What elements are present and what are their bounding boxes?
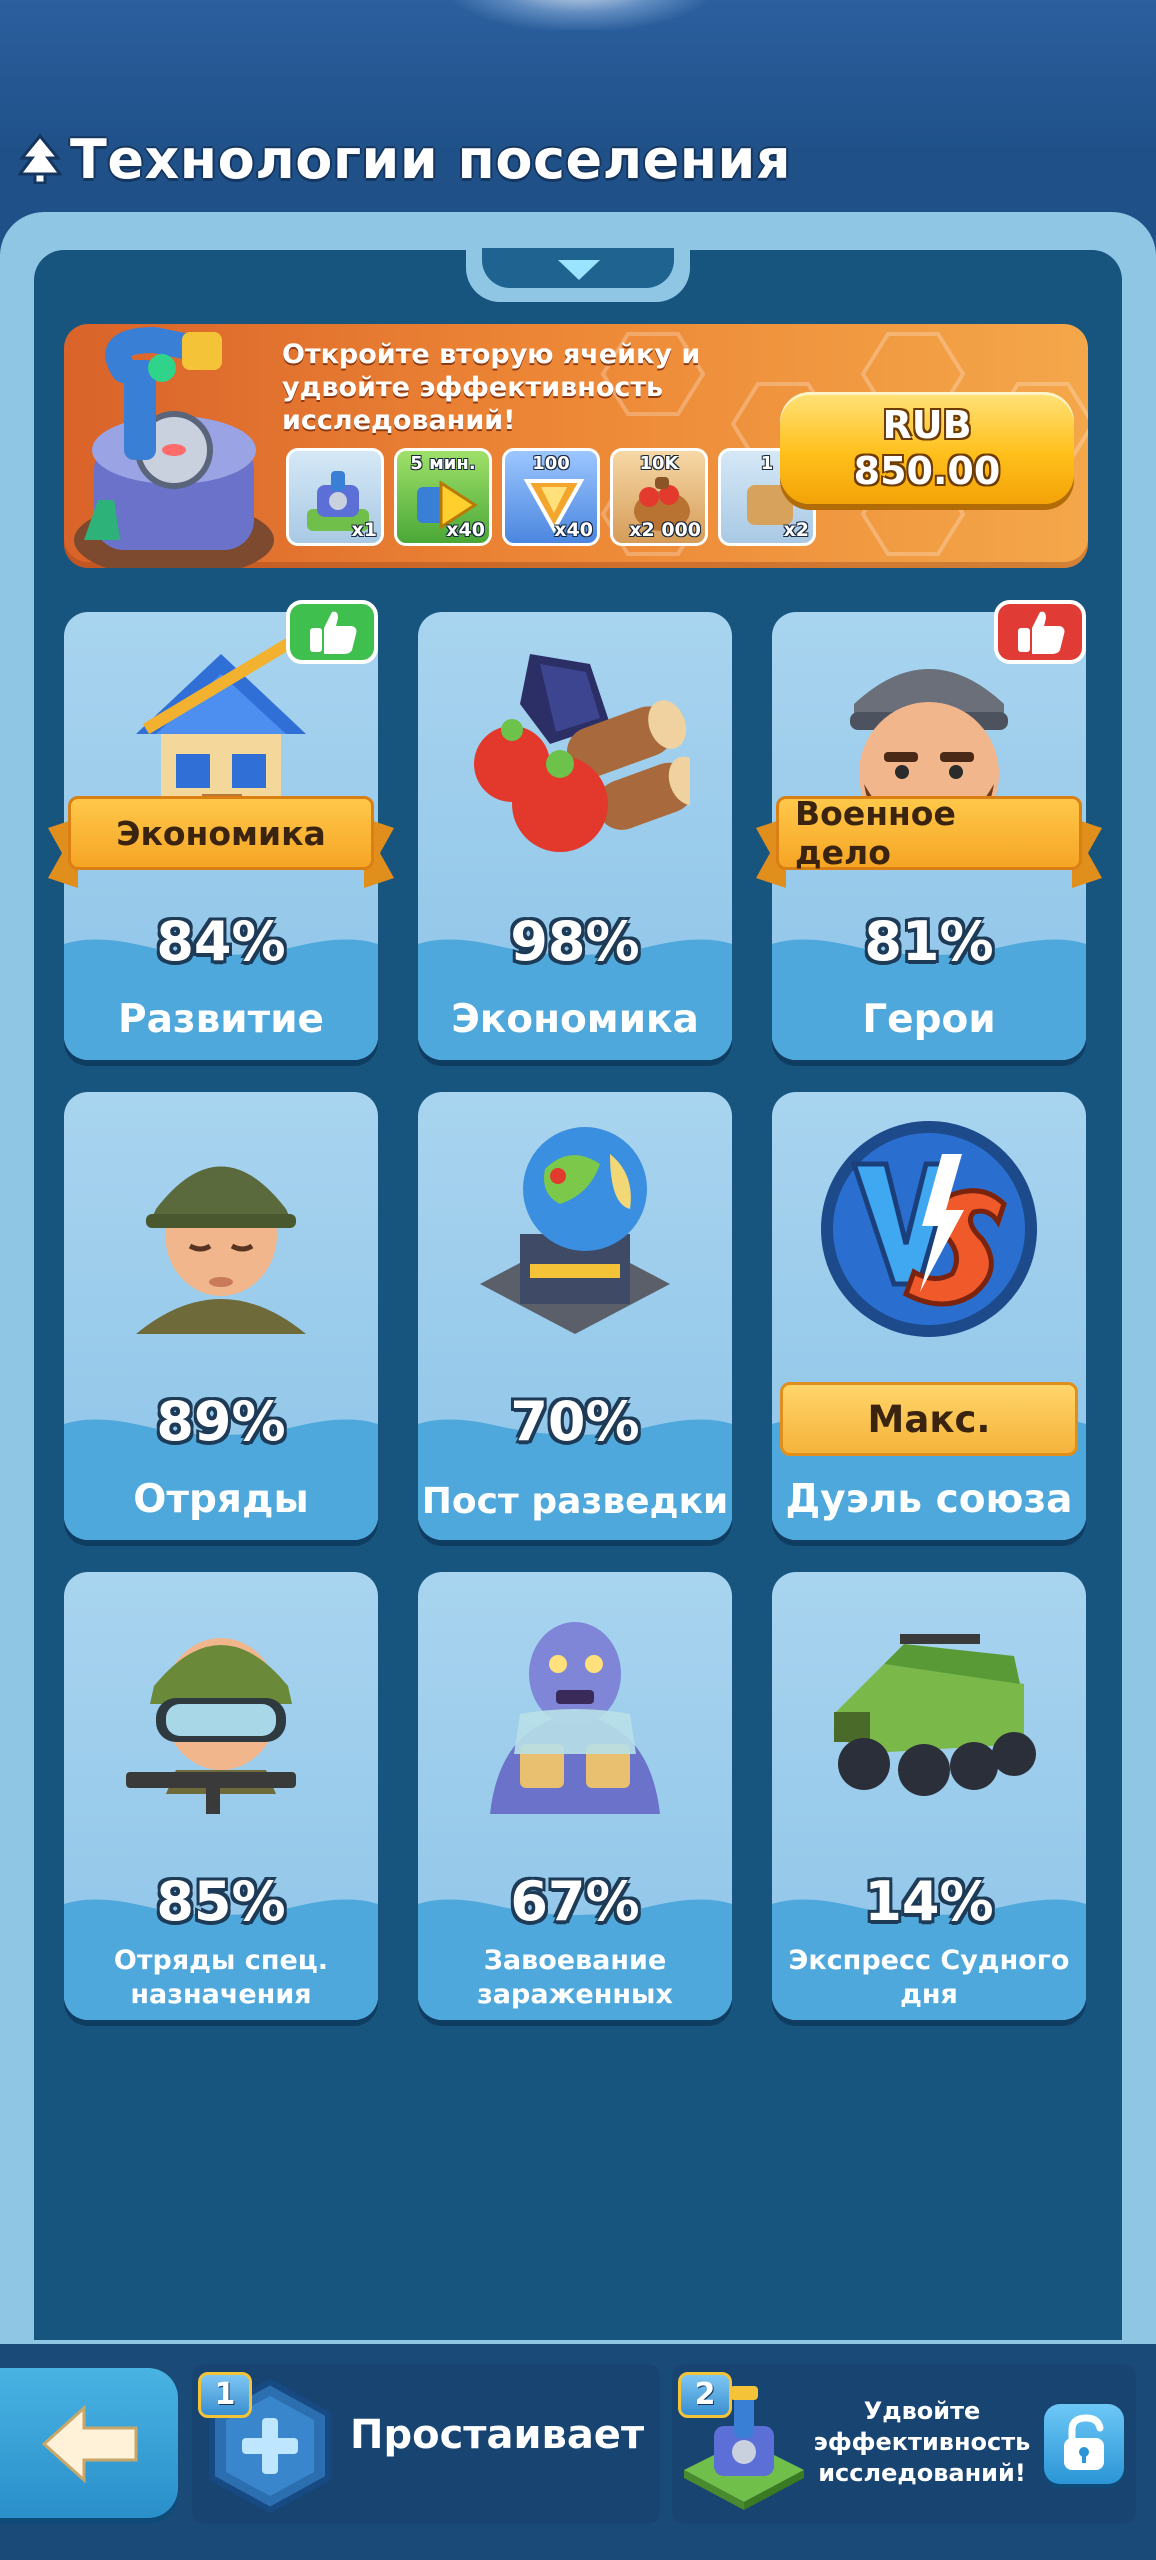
unlock-icon: [1064, 2414, 1104, 2470]
reward-qty: x40: [446, 519, 485, 541]
reward-item[interactable]: 10K x2 000: [610, 448, 708, 546]
tree-icon: [18, 134, 62, 184]
special-forces-icon: [126, 1638, 296, 1814]
globe-building-icon: [480, 1127, 670, 1334]
card-percent: 14%: [864, 1870, 994, 1933]
slot-promo-line: эффективность: [813, 2428, 1031, 2456]
card-percent: 98%: [510, 910, 640, 973]
card-title: Дуэль союза: [785, 1477, 1073, 1522]
card-percent: 70%: [510, 1390, 640, 1453]
card-title-line: Экспресс Судного: [788, 1945, 1070, 1976]
card-title: Герои: [862, 997, 996, 1042]
tech-card-infected-conquest[interactable]: 67% Завоевание зараженных: [418, 1572, 732, 2020]
card-percent: 81%: [864, 910, 994, 973]
card-percent: 84%: [156, 910, 286, 973]
promo-text: Откройте вторую ячейку и удвойте эффекти…: [282, 339, 701, 436]
promo-banner[interactable]: Откройте вторую ячейку и удвойте эффекти…: [64, 324, 1088, 568]
card-percent: 85%: [156, 1870, 286, 1933]
lab-building-icon: [74, 326, 274, 568]
card-title-line: дня: [900, 1979, 958, 2010]
reward-item[interactable]: 5 мин. x40: [394, 448, 492, 546]
card-title-line: назначения: [130, 1979, 312, 2010]
card-percent: 67%: [510, 1870, 640, 1933]
card-title-line: зараженных: [477, 1979, 673, 2010]
soldier-icon: [136, 1166, 306, 1334]
tech-card-special-forces[interactable]: 85% Отряды спец. назначения: [64, 1572, 378, 2020]
slot-promo-line: Удвойте: [863, 2397, 981, 2425]
thumbs-up-icon: [994, 600, 1086, 664]
reward-item[interactable]: 100 x40: [502, 448, 600, 546]
reward-qty: x2 000: [629, 519, 701, 541]
slot-promo-label: Удвойте эффективность исследований!: [806, 2396, 1038, 2489]
unlock-slot-button[interactable]: [1044, 2404, 1124, 2484]
chevron-down-icon[interactable]: [554, 256, 604, 284]
card-title: Отряды: [133, 1477, 309, 1522]
top-glow: [450, 0, 710, 30]
thumbs-up-icon: [286, 600, 378, 664]
reward-qty: x1: [351, 519, 377, 541]
reward-qty: x2: [783, 519, 809, 541]
tech-card-doomsday-express[interactable]: 14% Экспресс Судного дня: [772, 1572, 1086, 2020]
category-ribbon: Военное дело: [776, 794, 1082, 872]
card-title: Экспресс Судного дня: [772, 1944, 1086, 2012]
slot-number-badge: 1: [198, 2372, 252, 2418]
tech-card-recon-post[interactable]: 70% Пост разведки: [418, 1092, 732, 1540]
header: Технологии поселения: [18, 124, 791, 194]
back-arrow-icon: [41, 2404, 138, 2484]
card-title: Развитие: [118, 997, 324, 1042]
buy-button[interactable]: RUB 850.00: [780, 392, 1074, 504]
max-level-badge: Макс.: [780, 1382, 1078, 1456]
tech-card-alliance-duel[interactable]: Макс. Дуэль союза: [772, 1092, 1086, 1540]
tech-card-economy[interactable]: 98% Экономика: [418, 612, 732, 1060]
buy-currency: RUB: [882, 403, 972, 447]
card-title-line: Завоевание: [483, 1945, 667, 1976]
slot-promo-line: исследований!: [818, 2459, 1026, 2487]
buy-price: 850.00: [853, 449, 1001, 493]
category-ribbon: Экономика: [68, 796, 374, 870]
slot-status-label: Простаивает: [350, 2412, 645, 2458]
armored-truck-icon: [834, 1634, 1036, 1796]
card-title: Завоевание зараженных: [418, 1944, 732, 2012]
vs-icon: [821, 1121, 1037, 1337]
card-title-line: Отряды спец.: [113, 1945, 329, 1976]
tech-card-squads[interactable]: 89% Отряды: [64, 1092, 378, 1540]
reward-item[interactable]: x1: [286, 448, 384, 546]
reward-list: x1 5 мин. x40 100 x40 10K x2 000 1 x2: [286, 448, 816, 548]
card-percent: 89%: [156, 1390, 286, 1453]
back-button[interactable]: [0, 2368, 178, 2518]
resources-icon: [474, 654, 690, 852]
slot-number-badge: 2: [678, 2372, 732, 2418]
card-title: Пост разведки: [421, 1481, 729, 1522]
page-title: Технологии поселения: [70, 127, 792, 191]
card-title: Экономика: [451, 997, 699, 1042]
zombie-icon: [490, 1622, 660, 1814]
reward-qty: x40: [554, 519, 593, 541]
card-title: Отряды спец. назначения: [64, 1944, 378, 2012]
